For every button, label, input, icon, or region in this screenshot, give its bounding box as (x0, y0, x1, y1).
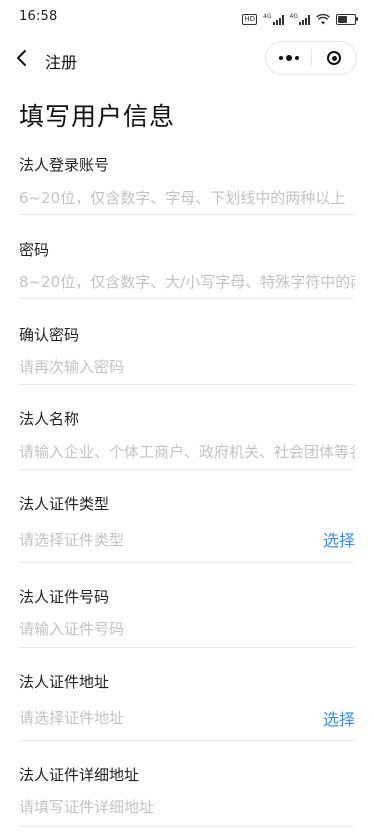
field-legal-name: 法人名称 请输入企业、个体工商户、政府机关、社会团体等名称 (19, 408, 355, 470)
divider (19, 826, 355, 827)
field-password: 密码 8~20位，仅含数字、大/小写字母、特殊字符中的两种以上 (19, 239, 355, 301)
battery-icon (336, 14, 358, 25)
field-detail-address: 法人证件详细地址 请填写证件详细地址 (19, 764, 355, 837)
divider (19, 298, 355, 299)
field-id-type: 法人证件类型 请选择证件类型 选择 (19, 493, 355, 565)
select-id-address-button[interactable]: 选择 (323, 706, 355, 730)
field-label: 法人证件号码 (19, 588, 110, 606)
divider (19, 469, 355, 470)
nav-bar: 注册 (0, 38, 374, 82)
more-icon[interactable] (266, 42, 311, 74)
divider (19, 214, 355, 215)
signal-icon-2: 4G (290, 14, 310, 25)
field-id-number: 法人证件号码 请输入证件号码 (19, 586, 355, 648)
divider (19, 384, 355, 385)
legal-name-input[interactable]: 请输入企业、个体工商户、政府机关、社会团体等名称 (19, 441, 355, 462)
status-icons: HD 4G 4G (242, 10, 358, 29)
back-icon[interactable] (12, 46, 34, 70)
id-type-input[interactable]: 请选择证件类型 (19, 529, 299, 550)
confirm-password-input[interactable]: 请再次输入密码 (19, 356, 355, 377)
id-number-input[interactable]: 请输入证件号码 (19, 618, 355, 639)
login-account-input[interactable]: 6~20位，仅含数字、字母、下划线中的两种以上 (19, 187, 355, 208)
page-title: 填写用户信息 (19, 102, 176, 131)
field-id-address: 法人证件地址 请选择证件地址 选择 (19, 671, 355, 743)
status-bar: 16:58 HD 4G 4G (0, 0, 374, 34)
field-label: 密码 (19, 241, 50, 259)
field-label: 法人证件详细地址 (19, 766, 140, 784)
hd-icon: HD (242, 14, 258, 25)
password-input[interactable]: 8~20位，仅含数字、大/小写字母、特殊字符中的两种以上 (19, 271, 355, 292)
field-label: 法人证件类型 (19, 495, 110, 513)
select-id-type-button[interactable]: 选择 (323, 527, 355, 551)
divider (19, 740, 355, 741)
mini-program-capsule (265, 41, 357, 75)
nav-title: 注册 (45, 53, 78, 72)
field-confirm-password: 确认密码 请再次输入密码 (19, 324, 355, 386)
field-label: 法人登录账号 (19, 156, 110, 174)
close-mini-program-icon[interactable] (312, 42, 356, 74)
detail-address-input[interactable]: 请填写证件详细地址 (19, 796, 355, 817)
divider (19, 647, 355, 648)
field-label: 法人名称 (19, 410, 80, 428)
divider (19, 562, 355, 563)
status-time: 16:58 (19, 9, 58, 24)
field-label: 确认密码 (19, 326, 80, 344)
field-label: 法人证件地址 (19, 673, 110, 691)
signal-icon-1: 4G (263, 14, 284, 25)
wifi-icon (316, 10, 330, 29)
field-login-account: 法人登录账号 6~20位，仅含数字、字母、下划线中的两种以上 (19, 154, 355, 216)
id-address-input[interactable]: 请选择证件地址 (19, 707, 299, 728)
